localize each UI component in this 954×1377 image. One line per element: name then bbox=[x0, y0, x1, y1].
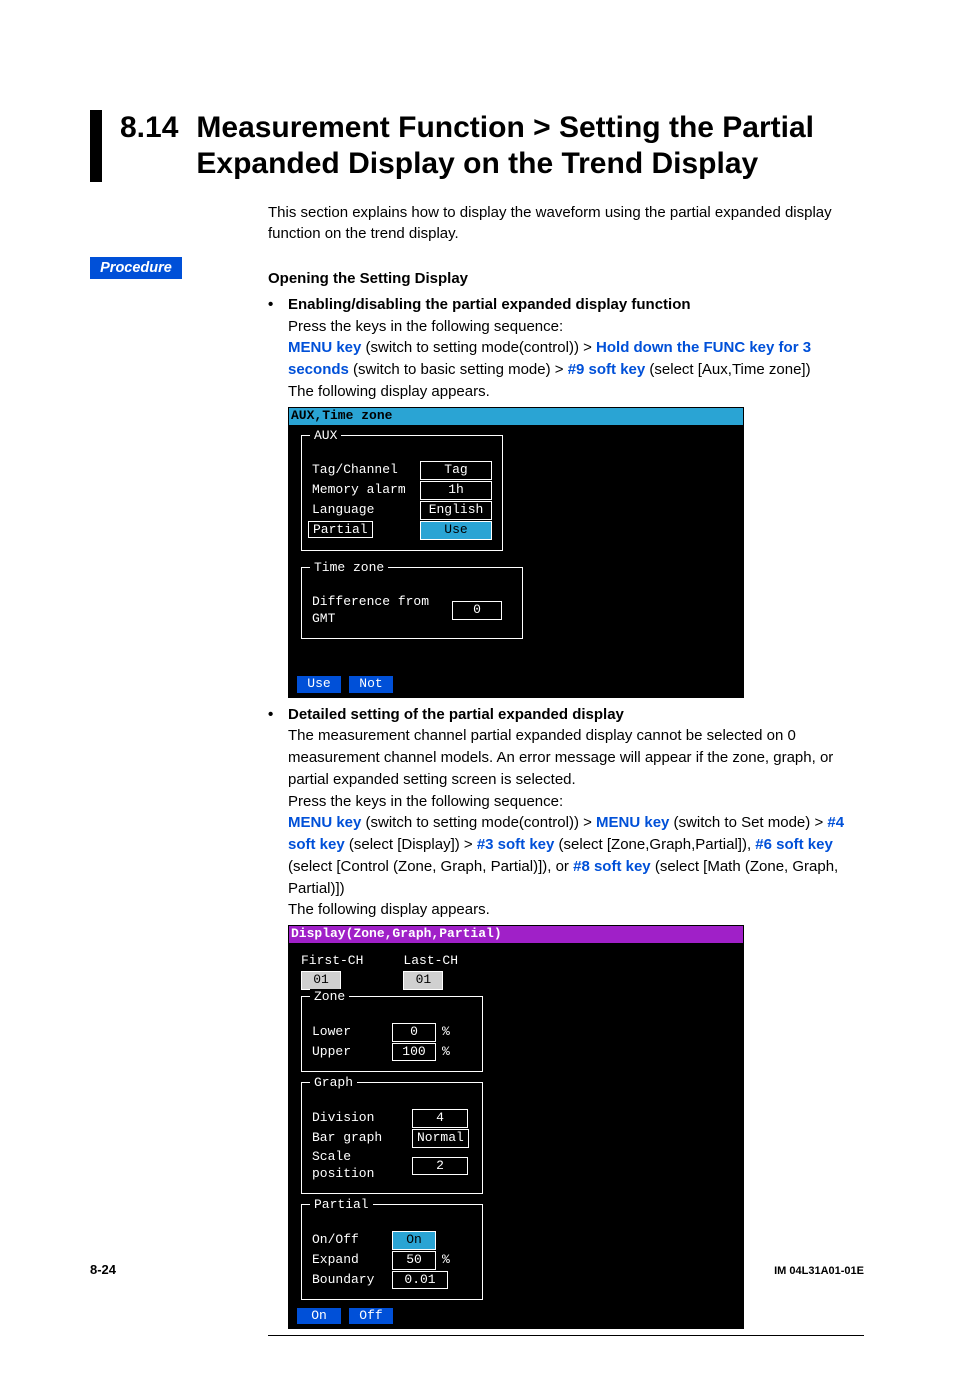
gmt-diff-label: Difference from GMT bbox=[312, 594, 452, 628]
percent-unit: % bbox=[442, 1024, 450, 1041]
bullet2-following: The following display appears. bbox=[288, 899, 864, 921]
softkey-not[interactable]: Not bbox=[349, 676, 393, 693]
softkey-8: #8 soft key bbox=[573, 858, 651, 875]
bullet-icon: • bbox=[268, 704, 288, 726]
aux-legend: AUX bbox=[310, 428, 341, 445]
procedure-label: Procedure bbox=[90, 257, 182, 279]
last-ch-label: Last-CH bbox=[403, 953, 458, 970]
zone-lower-label: Lower bbox=[312, 1024, 392, 1041]
section-title-line2: Expanded Display on the Trend Display bbox=[196, 146, 814, 182]
zone-fieldset: Zone Lower 0 % Upper 100 % bbox=[301, 996, 483, 1073]
intro-paragraph: This section explains how to display the… bbox=[268, 202, 864, 244]
footer-rule bbox=[268, 1335, 864, 1337]
bullet2-sequence: MENU key (switch to setting mode(control… bbox=[288, 812, 864, 899]
onoff-label: On/Off bbox=[312, 1232, 392, 1249]
graph-legend: Graph bbox=[310, 1075, 357, 1092]
bargraph-label: Bar graph bbox=[312, 1130, 412, 1147]
onoff-value[interactable]: On bbox=[392, 1231, 436, 1250]
zone-legend: Zone bbox=[310, 989, 349, 1006]
division-label: Division bbox=[312, 1110, 412, 1127]
percent-unit: % bbox=[442, 1044, 450, 1061]
bullet1-sequence: MENU key (switch to setting mode(control… bbox=[288, 337, 864, 381]
page-number: 8-24 bbox=[90, 1262, 116, 1277]
language-value[interactable]: English bbox=[420, 501, 492, 520]
bargraph-value[interactable]: Normal bbox=[412, 1129, 469, 1148]
language-label: Language bbox=[312, 502, 420, 519]
softkey-use[interactable]: Use bbox=[297, 676, 341, 693]
partial-value[interactable]: Use bbox=[420, 521, 492, 540]
first-ch-value[interactable]: 01 bbox=[301, 971, 341, 990]
first-ch-label: First-CH bbox=[301, 953, 363, 970]
softkey-on[interactable]: On bbox=[297, 1308, 341, 1325]
title-accent-bar bbox=[90, 110, 102, 182]
bullet2-press: Press the keys in the following sequence… bbox=[288, 791, 864, 813]
softkey-6: #6 soft key bbox=[755, 836, 833, 853]
display-zgp-screenshot: Display(Zone,Graph,Partial) First-CH 01 … bbox=[288, 925, 744, 1329]
zone-upper-label: Upper bbox=[312, 1044, 392, 1061]
last-ch-value[interactable]: 01 bbox=[403, 971, 443, 990]
bullet2-title: Detailed setting of the partial expanded… bbox=[288, 704, 624, 726]
zone-upper-value[interactable]: 100 bbox=[392, 1043, 436, 1062]
boundary-label: Boundary bbox=[312, 1272, 392, 1289]
section-title-line1: Measurement Function > Setting the Parti… bbox=[196, 110, 814, 146]
ss1-titlebar: AUX,Time zone bbox=[289, 408, 743, 425]
softkey-3: #3 soft key bbox=[477, 836, 555, 853]
boundary-value[interactable]: 0.01 bbox=[392, 1271, 448, 1290]
menu-key-2a: MENU key bbox=[288, 814, 361, 831]
menu-key-2b: MENU key bbox=[596, 814, 669, 831]
bullet1-title: Enabling/disabling the partial expanded … bbox=[288, 294, 691, 316]
ss2-titlebar: Display(Zone,Graph,Partial) bbox=[289, 926, 743, 943]
document-id: IM 04L31A01-01E bbox=[774, 1265, 864, 1277]
memory-alarm-value[interactable]: 1h bbox=[420, 481, 492, 500]
memory-alarm-label: Memory alarm bbox=[312, 482, 420, 499]
scalepos-value[interactable]: 2 bbox=[412, 1157, 468, 1176]
bullet-icon: • bbox=[268, 294, 288, 316]
zone-lower-value[interactable]: 0 bbox=[392, 1023, 436, 1042]
partial-fieldset: Partial On/Off On Expand 50 % Boundary bbox=[301, 1204, 483, 1301]
section-header: 8.14 Measurement Function > Setting the … bbox=[90, 110, 864, 182]
expand-value[interactable]: 50 bbox=[392, 1251, 436, 1270]
softkey-off[interactable]: Off bbox=[349, 1308, 393, 1325]
softkey-9: #9 soft key bbox=[568, 361, 646, 378]
timezone-legend: Time zone bbox=[310, 560, 388, 577]
tag-channel-value[interactable]: Tag bbox=[420, 461, 492, 480]
partial-label: Partial bbox=[312, 522, 420, 539]
division-value[interactable]: 4 bbox=[412, 1109, 468, 1128]
graph-fieldset: Graph Division 4 Bar graph Normal Scale … bbox=[301, 1082, 483, 1193]
section-number: 8.14 bbox=[120, 110, 178, 146]
bullet1-press: Press the keys in the following sequence… bbox=[288, 316, 864, 338]
aux-timezone-screenshot: AUX,Time zone AUX Tag/Channel Tag Memory… bbox=[288, 407, 744, 698]
aux-fieldset: AUX Tag/Channel Tag Memory alarm 1h Lang… bbox=[301, 435, 503, 551]
menu-key-1: MENU key bbox=[288, 339, 361, 356]
percent-unit: % bbox=[442, 1252, 450, 1269]
timezone-fieldset: Time zone Difference from GMT 0 bbox=[301, 567, 523, 639]
gmt-diff-value[interactable]: 0 bbox=[452, 601, 502, 620]
opening-subhead: Opening the Setting Display bbox=[268, 268, 864, 290]
partial-legend: Partial bbox=[310, 1197, 373, 1214]
tag-channel-label: Tag/Channel bbox=[312, 462, 420, 479]
bullet1-following: The following display appears. bbox=[288, 381, 864, 403]
scalepos-label: Scale position bbox=[312, 1149, 412, 1183]
expand-label: Expand bbox=[312, 1252, 392, 1269]
bullet2-para1: The measurement channel partial expanded… bbox=[288, 725, 864, 790]
